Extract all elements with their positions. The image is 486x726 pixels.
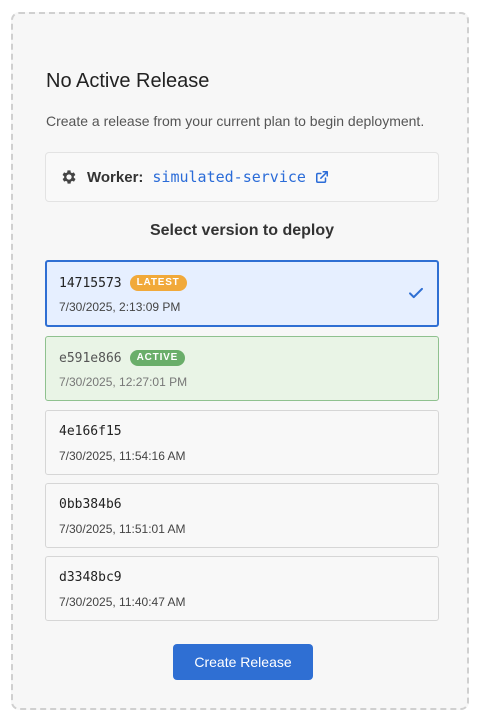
version-date: 7/30/2025, 12:27:01 PM xyxy=(59,375,188,389)
version-hash: e591e866 xyxy=(59,350,122,366)
create-release-button[interactable]: Create Release xyxy=(173,644,313,680)
version-option[interactable]: 0bb384b6 7/30/2025, 11:51:01 AM xyxy=(45,483,439,548)
page-description: Create a release from your current plan … xyxy=(46,113,425,129)
version-date: 7/30/2025, 11:51:01 AM xyxy=(59,522,186,536)
version-date: 7/30/2025, 11:40:47 AM xyxy=(59,595,186,609)
worker-name[interactable]: simulated-service xyxy=(152,168,306,186)
version-option[interactable]: 14715573 LATEST 7/30/2025, 2:13:09 PM xyxy=(45,260,439,327)
page-title: No Active Release xyxy=(46,70,210,92)
worker-label: Worker: xyxy=(87,168,144,186)
version-date: 7/30/2025, 2:13:09 PM xyxy=(59,300,181,314)
external-link-icon[interactable] xyxy=(315,170,329,184)
version-hash: d3348bc9 xyxy=(59,570,122,585)
versions-title: Select version to deploy xyxy=(149,222,335,239)
release-panel: No Active Release Create a release from … xyxy=(11,12,469,710)
worker-link[interactable]: simulated-service xyxy=(152,168,329,186)
version-hash: 4e166f15 xyxy=(59,424,122,439)
worker-info: Worker: simulated-service xyxy=(45,152,439,202)
check-icon xyxy=(407,284,425,302)
version-option[interactable]: e591e866 ACTIVE 7/30/2025, 12:27:01 PM xyxy=(45,336,439,401)
version-date: 7/30/2025, 11:54:16 AM xyxy=(59,449,186,463)
version-option[interactable]: 4e166f15 7/30/2025, 11:54:16 AM xyxy=(45,410,439,475)
active-badge: ACTIVE xyxy=(129,350,186,366)
version-hash: 14715573 xyxy=(59,275,122,291)
version-option[interactable]: d3348bc9 7/30/2025, 11:40:47 AM xyxy=(45,556,439,621)
version-hash: 0bb384b6 xyxy=(59,497,122,512)
latest-badge: LATEST xyxy=(129,275,187,291)
gear-icon xyxy=(60,168,78,186)
